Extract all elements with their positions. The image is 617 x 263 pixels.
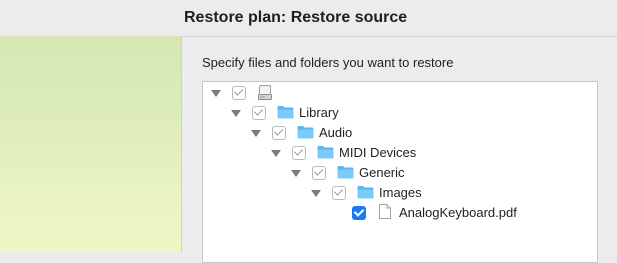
sidebar-top [0, 0, 181, 36]
checkbox[interactable] [252, 106, 266, 120]
file-icon [379, 204, 391, 219]
header: Restore plan: Restore source [181, 0, 617, 37]
tree-row-midi-devices[interactable]: MIDI Devices [203, 144, 597, 164]
disclosure-triangle-icon[interactable] [211, 90, 221, 97]
tree-row-drive[interactable] [203, 84, 597, 104]
folder-icon [317, 146, 334, 159]
folder-icon [337, 166, 354, 179]
file-tree[interactable]: Library Audio MIDI Devices Generic Image… [202, 81, 598, 263]
checkbox[interactable] [332, 186, 346, 200]
checkbox[interactable] [232, 86, 246, 100]
folder-icon [277, 106, 294, 119]
disclosure-triangle-icon[interactable] [271, 150, 281, 157]
disclosure-triangle-icon[interactable] [311, 190, 321, 197]
disclosure-triangle-icon[interactable] [291, 170, 301, 177]
checkbox[interactable] [312, 166, 326, 180]
disclosure-triangle-icon[interactable] [231, 110, 241, 117]
tree-item-label: MIDI Devices [339, 145, 417, 160]
tree-row-generic[interactable]: Generic [203, 164, 597, 184]
tree-item-label: Generic [359, 165, 405, 180]
tree-row-analogkeyboard[interactable]: AnalogKeyboard.pdf [203, 204, 597, 224]
instruction-text: Specify files and folders you want to re… [202, 55, 454, 70]
checkbox[interactable] [272, 126, 286, 140]
sidebar [0, 0, 182, 252]
tree-row-audio[interactable]: Audio [203, 124, 597, 144]
content-area: Specify files and folders you want to re… [182, 37, 617, 263]
checkbox-checked[interactable] [352, 206, 366, 220]
folder-icon [357, 186, 374, 199]
folder-icon [297, 126, 314, 139]
tree-row-library[interactable]: Library [203, 104, 597, 124]
tree-row-images[interactable]: Images [203, 184, 597, 204]
checkbox[interactable] [292, 146, 306, 160]
drive-icon [258, 85, 272, 100]
tree-item-label: Library [299, 105, 339, 120]
tree-item-label: Images [379, 185, 422, 200]
tree-item-label: AnalogKeyboard.pdf [399, 205, 517, 220]
disclosure-triangle-icon[interactable] [251, 130, 261, 137]
page-title: Restore plan: Restore source [184, 9, 408, 26]
tree-item-label: Audio [319, 125, 353, 140]
